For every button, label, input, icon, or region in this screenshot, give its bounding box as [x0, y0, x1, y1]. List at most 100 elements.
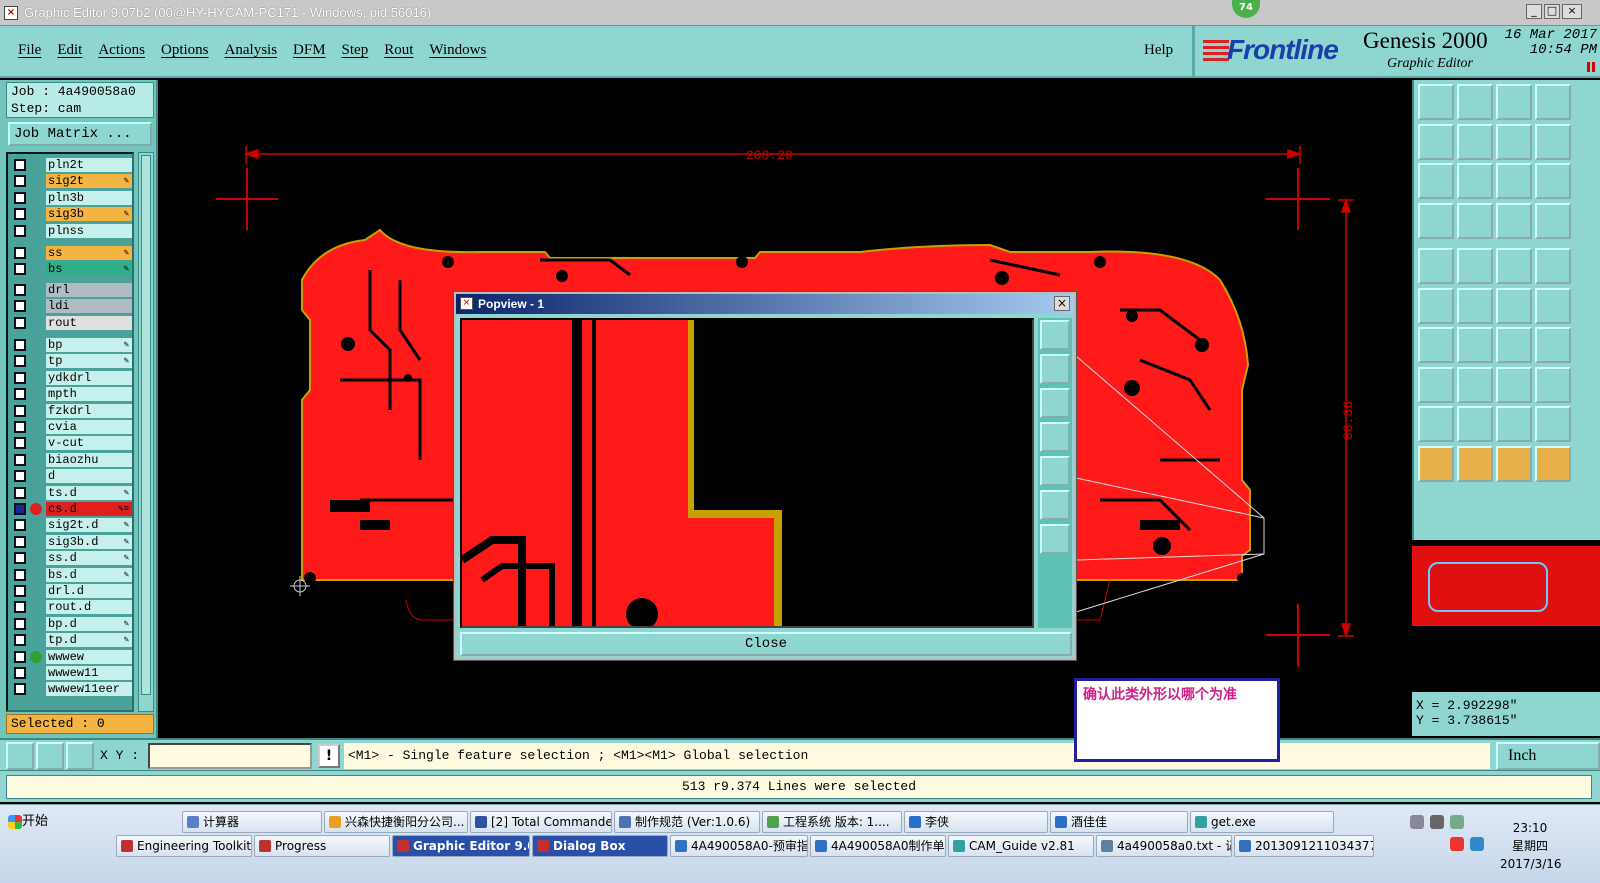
pad-icon[interactable] — [1535, 248, 1571, 284]
overview-map[interactable] — [1412, 546, 1600, 626]
close-button[interactable]: × — [1562, 4, 1582, 19]
view-bottom-icon[interactable] — [1457, 84, 1493, 120]
scale-1to2-icon[interactable] — [1496, 163, 1532, 199]
menu-windows[interactable]: Windows — [429, 42, 486, 59]
popview-canvas[interactable] — [460, 318, 1034, 628]
layer-row[interactable]: ydkdrl — [10, 370, 132, 385]
layer-name[interactable]: pln2t — [46, 158, 132, 172]
layer-name[interactable]: cs.d ✎≡ — [46, 502, 132, 516]
layer-name[interactable]: sig3b ✎ — [46, 207, 132, 222]
layer-checkbox[interactable] — [14, 650, 26, 663]
layer-name[interactable]: ydkdrl — [46, 370, 132, 385]
layer-checkbox[interactable] — [14, 585, 26, 597]
layer-checkbox[interactable] — [14, 371, 26, 384]
layer-name[interactable]: biaozhu — [46, 452, 132, 467]
layer-name[interactable]: d — [46, 469, 132, 484]
arch-icon[interactable] — [1496, 406, 1532, 442]
center-icon[interactable] — [1457, 163, 1493, 199]
fit-all-icon[interactable] — [1418, 163, 1454, 199]
layer-name[interactable]: rout.d — [46, 600, 132, 615]
layer-row[interactable]: ldi — [10, 299, 132, 314]
line-move-icon[interactable] — [1535, 287, 1571, 324]
layer-checkbox[interactable] — [14, 263, 26, 276]
taskbar-item[interactable]: 4A490058A0制作单.... — [810, 835, 946, 857]
layer-row[interactable]: sig3b.d ✎ — [10, 534, 132, 549]
layer-checkbox[interactable] — [14, 519, 26, 532]
layer-row[interactable]: ss ✎ — [10, 246, 132, 260]
zoom-in-icon[interactable] — [1040, 320, 1070, 350]
taskbar-item[interactable]: 兴森快捷衡阳分公司... — [324, 811, 468, 833]
taskbar-item[interactable]: 4A490058A0-预审指... — [670, 835, 808, 857]
help-icon[interactable] — [1535, 163, 1571, 199]
taskbar-item[interactable]: 计算器 — [182, 811, 322, 833]
layer-row[interactable]: drl — [10, 282, 132, 297]
taskbar-item[interactable]: Engineering Toolkit 9.... — [116, 835, 252, 857]
layer-checkbox[interactable] — [14, 470, 26, 483]
layer-name[interactable]: plnss — [46, 223, 132, 238]
menu-help[interactable]: Help — [1144, 42, 1173, 59]
pointer-node-icon[interactable] — [1535, 445, 1571, 482]
pointer-icon[interactable] — [1418, 445, 1454, 482]
layer-checkbox[interactable] — [14, 617, 26, 630]
taskbar-item[interactable]: get.exe — [1190, 811, 1334, 833]
cross-icon[interactable] — [1457, 287, 1493, 324]
layer-name[interactable]: drl — [46, 282, 132, 297]
layer-checkbox[interactable] — [14, 283, 26, 296]
measure-icon[interactable] — [36, 742, 64, 770]
layer-row[interactable]: bp ✎ — [10, 338, 132, 352]
layer-row[interactable]: pln2t — [10, 158, 132, 172]
layer-row[interactable]: sig2t ✎ — [10, 174, 132, 189]
menu-file[interactable]: File — [18, 42, 41, 59]
notification-badge[interactable]: 74 — [1232, 0, 1260, 18]
layer-row[interactable]: sig2t.d ✎ — [10, 518, 132, 533]
layer-row[interactable]: v-cut — [10, 436, 132, 451]
layer-row[interactable]: bp.d ✎ — [10, 616, 132, 631]
layer-row[interactable]: ts.d ✎ — [10, 485, 132, 500]
slash-icon[interactable] — [1457, 327, 1493, 363]
layer-row[interactable]: cs.d ✎≡ — [10, 502, 132, 516]
layer-row[interactable]: tp ✎ — [10, 354, 132, 369]
taskbar-item[interactable]: 酒佳佳 — [1050, 811, 1188, 833]
layer-name[interactable]: tp ✎ — [46, 354, 132, 369]
taskbar-item[interactable]: Progress — [254, 835, 390, 857]
arch-b-icon[interactable] — [1535, 406, 1571, 442]
layer-row[interactable]: pln3b — [10, 190, 132, 205]
layer-checkbox[interactable] — [14, 191, 26, 204]
taskbar-item[interactable]: 李侠 — [904, 811, 1048, 833]
split-icon[interactable] — [1535, 327, 1571, 363]
menu-rout[interactable]: Rout — [384, 42, 413, 59]
triangle-icon[interactable] — [1418, 406, 1454, 442]
pad-snap-icon[interactable] — [1496, 366, 1532, 403]
pan-left-tool-icon[interactable] — [1418, 123, 1454, 160]
layer-row[interactable]: wwwew11 — [10, 666, 132, 680]
layer-row[interactable]: d — [10, 469, 132, 484]
tray-network-icon[interactable] — [1450, 815, 1464, 829]
popview-close-button[interactable]: Close — [460, 632, 1072, 656]
zoom-window-icon[interactable] — [1535, 84, 1571, 120]
layer-checkbox[interactable] — [14, 437, 26, 450]
pan-right-tool-icon[interactable] — [1457, 123, 1493, 160]
layer-checkbox[interactable] — [14, 503, 26, 515]
layer-checkbox[interactable] — [14, 300, 26, 313]
layer-row[interactable]: wwwew — [10, 649, 132, 664]
layer-name[interactable]: drl.d — [46, 584, 132, 598]
layer-checkbox[interactable] — [14, 339, 26, 351]
layer-row[interactable]: drl.d — [10, 584, 132, 598]
layer-name[interactable]: v-cut — [46, 436, 132, 451]
menu-step[interactable]: Step — [342, 42, 369, 59]
layer-checkbox[interactable] — [14, 404, 26, 417]
layer-checkbox[interactable] — [14, 683, 26, 696]
layer-row[interactable]: fzkdrl — [10, 403, 132, 418]
route-icon[interactable] — [1418, 366, 1454, 403]
taskbar-item[interactable]: 20130912110343773... — [1234, 835, 1374, 857]
layer-name[interactable]: bs.d ✎ — [46, 567, 132, 582]
pointer-frame-icon[interactable] — [1457, 445, 1493, 482]
layer-checkbox[interactable] — [14, 159, 26, 171]
popview-title-bar[interactable]: × Popview - 1 × — [456, 294, 1074, 314]
menu-options[interactable]: Options — [161, 42, 209, 59]
layer-scrollbar[interactable] — [138, 152, 154, 712]
menu-actions[interactable]: Actions — [98, 42, 145, 59]
layer-checkbox[interactable] — [14, 486, 26, 499]
popview-close-icon[interactable]: × — [1054, 296, 1070, 311]
menu-dfm[interactable]: DFM — [293, 42, 326, 59]
